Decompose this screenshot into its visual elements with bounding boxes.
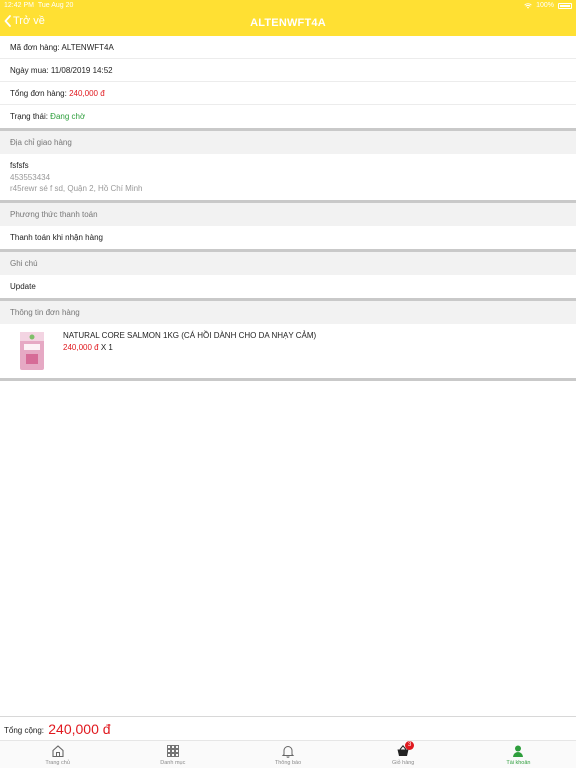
status-bar: 12:42 PM Tue Aug 20 100% — [0, 0, 576, 12]
items-heading: Thông tin đơn hàng — [0, 301, 576, 324]
nav-bar: Trở về ALTENWFT4A — [0, 12, 576, 36]
header: 12:42 PM Tue Aug 20 100% Trở về ALTENWFT… — [0, 0, 576, 36]
tab-home[interactable]: Trang chủ — [0, 741, 115, 768]
tab-categories-label: Danh mục — [160, 760, 186, 766]
cart-icon-wrap: 3 — [396, 741, 415, 758]
order-detail: Mã đơn hàng: ALTENWFT4A Ngày mua: 11/08/… — [0, 36, 576, 381]
order-date-row: Ngày mua: 11/08/2019 14:52 — [0, 59, 576, 82]
cart-badge: 3 — [405, 741, 415, 750]
order-total-value: 240,000 đ — [69, 89, 105, 98]
note-text: Update — [0, 275, 576, 298]
order-item[interactable]: NATURAL CORE SALMON 1KG (CÁ HỒI DÀNH CHO… — [0, 324, 576, 378]
order-status-row: Trạng thái: Đang chờ — [0, 105, 576, 128]
shipping-heading: Địa chỉ giao hàng — [0, 131, 576, 154]
tab-cart-label: Giỏ hàng — [392, 760, 415, 766]
tab-categories[interactable]: Danh mục — [115, 741, 230, 768]
order-status-label: Trạng thái: — [10, 112, 51, 121]
order-status-value: Đang chờ — [50, 112, 86, 121]
tab-cart[interactable]: 3 Giỏ hàng — [346, 741, 461, 768]
status-right: 100% — [524, 2, 572, 9]
note-heading: Ghi chú — [0, 252, 576, 275]
recipient-name: fsfsfs — [10, 161, 29, 170]
product-price: 240,000 đ — [63, 343, 99, 352]
payment-heading: Phương thức thanh toán — [0, 203, 576, 226]
total-bar: Tổng cộng: 240,000 đ — [0, 716, 576, 740]
home-icon — [52, 745, 64, 758]
wifi-icon — [524, 2, 532, 9]
tab-notifications-label: Thông báo — [274, 760, 302, 766]
section-divider — [0, 378, 576, 381]
total-amount: 240,000 đ — [48, 721, 111, 737]
status-date: Tue Aug 20 — [37, 2, 74, 9]
tab-notifications[interactable]: Thông báo — [230, 741, 345, 768]
recipient-phone: 453553434 — [10, 173, 51, 182]
battery-percent: 100% — [536, 2, 554, 9]
product-name: NATURAL CORE SALMON 1KG (CÁ HỒI DÀNH CHO… — [63, 331, 317, 340]
tab-account[interactable]: Tài khoản — [461, 741, 576, 768]
battery-icon — [558, 2, 572, 9]
order-date-value: 11/08/2019 14:52 — [50, 66, 113, 75]
recipient-address: r45rewr sé f sd, Quận 2, Hồ Chí Minh — [10, 184, 143, 193]
grid-icon — [166, 745, 179, 757]
bell-icon — [281, 746, 295, 758]
order-code-row: Mã đơn hàng: ALTENWFT4A — [0, 36, 576, 59]
order-code-label: Mã đơn hàng: — [10, 43, 62, 52]
total-label: Tổng cộng: — [4, 726, 45, 735]
payment-method: Thanh toán khi nhận hàng — [0, 226, 576, 249]
shipping-address: fsfsfs 453553434 r45rewr sé f sd, Quận 2… — [0, 154, 576, 200]
tab-home-label: Trang chủ — [45, 760, 70, 766]
order-total-label: Tổng đơn hàng: — [10, 89, 70, 98]
user-icon — [513, 745, 524, 757]
product-image — [20, 332, 44, 370]
status-time: 12:42 PM Tue Aug 20 — [4, 2, 74, 9]
tab-bar: Trang chủ Danh mục Thông báo 3 Giỏ hàng … — [0, 740, 576, 768]
tab-account-label: Tài khoản — [506, 760, 531, 766]
product-qty: X 1 — [100, 343, 113, 352]
order-date-label: Ngày mua: — [10, 66, 51, 75]
order-code-value: ALTENWFT4A — [61, 43, 114, 52]
page-title: ALTENWFT4A — [250, 17, 326, 29]
product-price-qty: 240,000 đ X 1 — [63, 343, 113, 352]
order-total-row: Tổng đơn hàng: 240,000 đ — [0, 82, 576, 105]
